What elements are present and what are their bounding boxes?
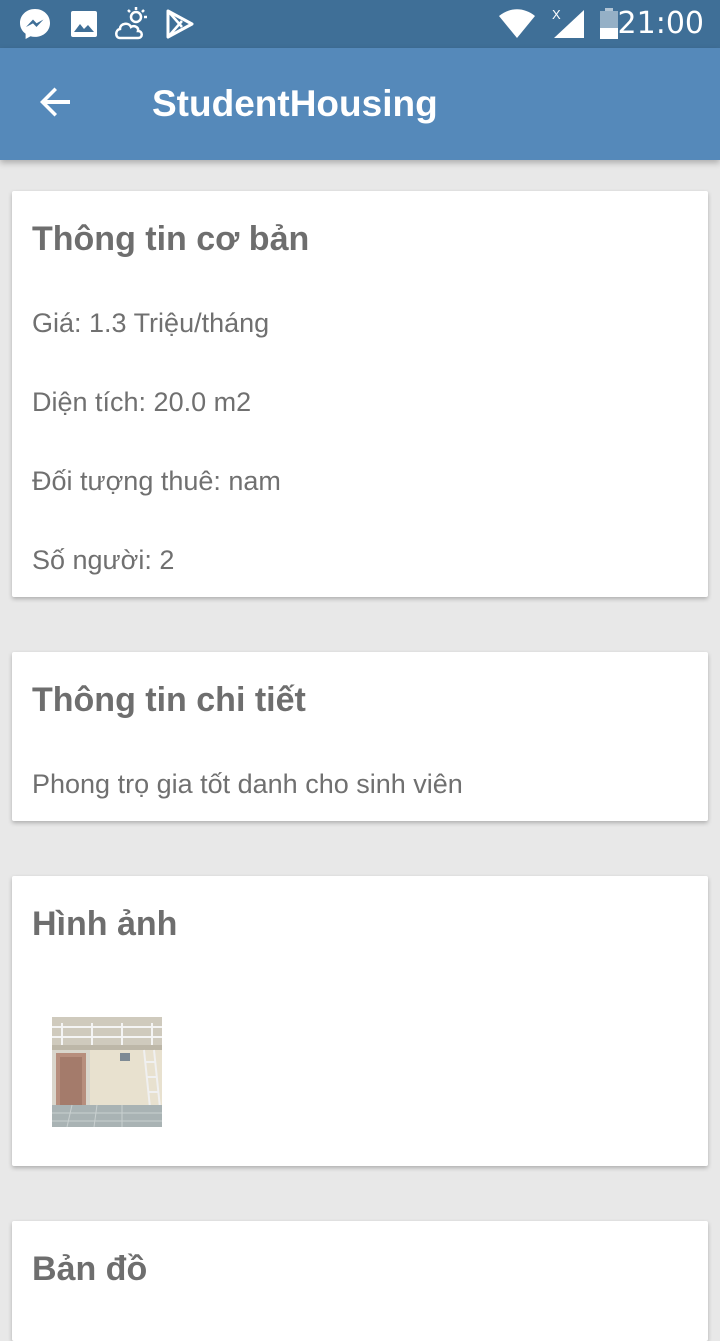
basic-info-title: Thông tin cơ bản: [32, 220, 310, 258]
price-text: Giá: 1.3 Triệu/tháng: [32, 308, 270, 338]
weather-icon: [114, 7, 152, 40]
arrow-back-icon: [38, 84, 74, 125]
basic-info-card: Thông tin cơ bản Giá: 1.3 Triệu/tháng Di…: [12, 191, 708, 597]
svg-text:X: X: [552, 8, 561, 22]
map-card: Bản đồ: [12, 1221, 708, 1341]
images-title: Hình ảnh: [32, 905, 178, 943]
image-icon: [70, 8, 98, 40]
detail-info-title: Thông tin chi tiết: [32, 681, 306, 719]
map-title: Bản đồ: [32, 1250, 148, 1288]
status-bar: X 21:00: [0, 0, 720, 48]
tenant-text: Đối tượng thuê: nam: [32, 466, 281, 496]
people-count-text: Số người: 2: [32, 545, 175, 575]
messenger-icon: [18, 8, 52, 40]
signal-icon: X: [550, 8, 586, 40]
back-button[interactable]: [24, 72, 88, 136]
status-time: 21:00: [617, 6, 704, 41]
play-store-icon: [166, 8, 194, 40]
detail-info-card: Thông tin chi tiết Phong trọ gia tốt dan…: [12, 652, 708, 821]
description-text: Phong trọ gia tốt danh cho sinh viên: [32, 769, 463, 799]
area-text: Diện tích: 20.0 m2: [32, 387, 252, 417]
images-card: Hình ảnh: [12, 876, 708, 1166]
wifi-icon: [498, 8, 536, 40]
room-photo-thumbnail[interactable]: [52, 1017, 162, 1127]
app-title: StudentHousing: [152, 83, 438, 124]
app-bar: StudentHousing: [0, 48, 720, 160]
